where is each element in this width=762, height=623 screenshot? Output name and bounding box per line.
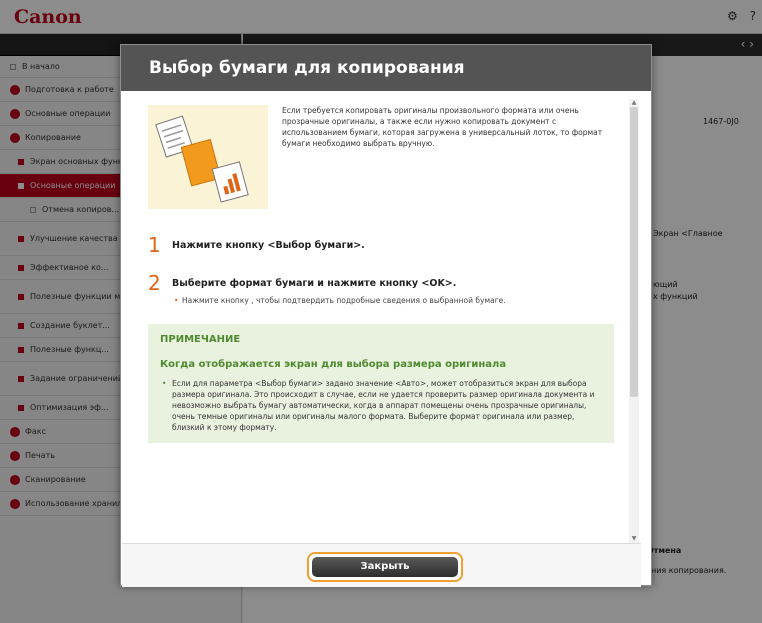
close-button[interactable]: Закрыть <box>312 557 458 577</box>
paper-select-dialog: Выбор бумаги для копирования Если требуе… <box>120 44 652 587</box>
intro-section: Если требуется копировать оригиналы прои… <box>148 105 622 209</box>
dialog-title: Выбор бумаги для копирования <box>121 45 651 91</box>
note-title: Когда отображается экран для выбора разм… <box>160 359 507 370</box>
step-number: 2 <box>148 271 161 295</box>
scroll-thumb[interactable] <box>630 107 638 397</box>
scroll-down-icon[interactable]: ▼ <box>629 535 639 543</box>
step-text: Нажмите кнопку <Выбор бумаги>. <box>172 240 365 251</box>
step-text: Выберите формат бумаги и нажмите кнопку … <box>172 278 457 289</box>
dialog-body: Если требуется копировать оригиналы прои… <box>122 91 641 587</box>
note-box: ПРИМЕЧАНИЕ Когда отображается экран для … <box>148 324 614 443</box>
step-1: 1 Нажмите кнопку <Выбор бумаги>. <box>148 235 622 255</box>
intro-text: Если требуется копировать оригиналы прои… <box>282 106 603 148</box>
scroll-up-icon[interactable]: ▲ <box>629 99 639 107</box>
step-2-detail: Нажмите кнопку , чтобы подтвердить подро… <box>174 295 622 306</box>
paper-illustration <box>148 105 268 209</box>
paper-copy-icon <box>155 115 249 203</box>
close-button-highlight: Закрыть <box>307 552 463 582</box>
note-label: ПРИМЕЧАНИЕ <box>160 334 241 345</box>
dialog-footer: Закрыть <box>122 543 641 587</box>
step-number: 1 <box>148 233 161 257</box>
step-2: 2 Выберите формат бумаги и нажмите кнопк… <box>148 273 622 293</box>
note-text: Если для параметра <Выбор бумаги> задано… <box>160 378 600 433</box>
dialog-scrollbar[interactable]: ▲ ▼ <box>629 99 639 543</box>
dialog-content: Если требуется копировать оригиналы прои… <box>148 105 622 443</box>
